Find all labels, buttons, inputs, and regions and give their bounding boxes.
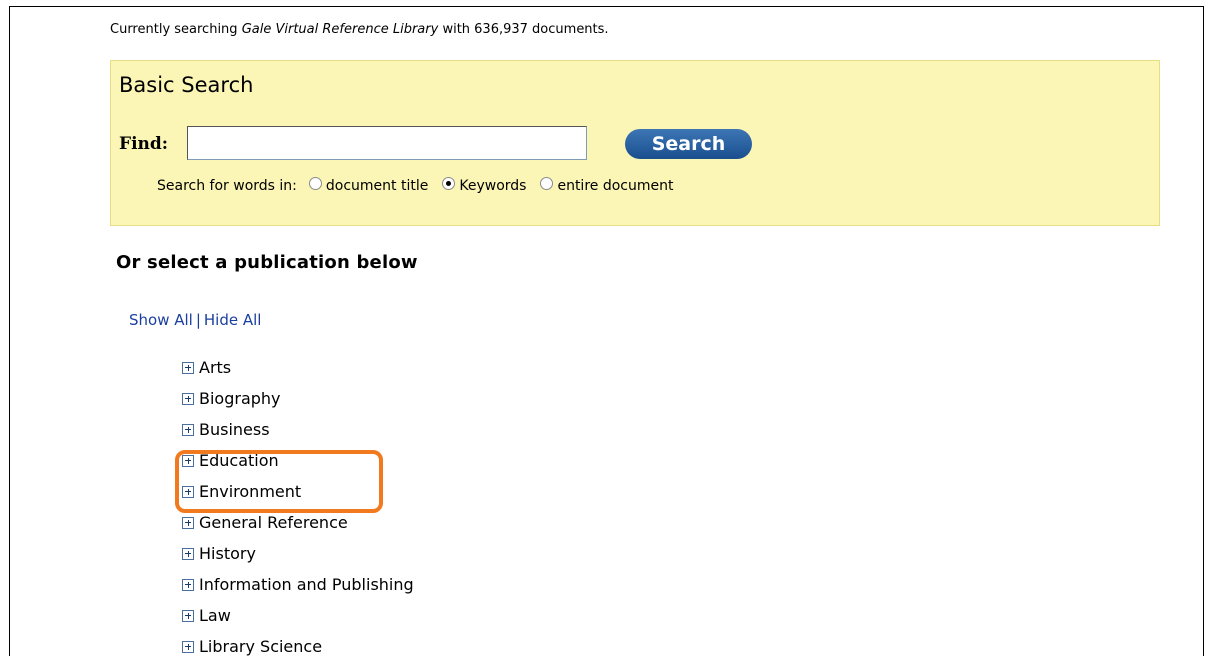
search-button[interactable]: Search xyxy=(625,129,752,159)
category-item-biography[interactable]: Biography xyxy=(182,383,414,414)
show-all-link[interactable]: Show All xyxy=(129,311,193,329)
expand-plus-icon[interactable] xyxy=(182,361,194,374)
find-input[interactable] xyxy=(187,126,587,160)
category-item-history[interactable]: History xyxy=(182,538,414,569)
category-label: General Reference xyxy=(199,513,348,532)
expand-plus-icon[interactable] xyxy=(182,578,194,591)
category-item-arts[interactable]: Arts xyxy=(182,352,414,383)
search-scope-options: Search for words in: document title Keyw… xyxy=(157,176,675,194)
search-status: Currently searching Gale Virtual Referen… xyxy=(110,22,609,37)
category-item-general-reference[interactable]: General Reference xyxy=(182,507,414,538)
status-suffix: with 636,937 documents. xyxy=(442,22,609,37)
radio-label-entire-document: entire document xyxy=(557,178,674,194)
publications-heading: Or select a publication below xyxy=(116,252,418,273)
radio-label-keywords: Keywords xyxy=(459,178,527,194)
find-label: Find: xyxy=(119,134,169,154)
expand-plus-icon[interactable] xyxy=(182,547,194,560)
radio-keywords[interactable] xyxy=(442,176,456,190)
category-tree: Arts Biography Business Education Enviro… xyxy=(182,352,414,662)
category-label: Education xyxy=(199,451,279,470)
category-label: Biography xyxy=(199,389,281,408)
radio-document-title[interactable] xyxy=(308,176,322,190)
search-in-label: Search for words in: xyxy=(157,178,297,194)
expand-plus-icon[interactable] xyxy=(182,516,194,529)
radio-entire-document[interactable] xyxy=(540,176,554,190)
expand-plus-icon[interactable] xyxy=(182,609,194,622)
basic-search-title: Basic Search xyxy=(119,73,254,97)
expand-plus-icon[interactable] xyxy=(182,640,194,653)
category-label: Information and Publishing xyxy=(199,575,414,594)
expand-plus-icon[interactable] xyxy=(182,485,194,498)
category-item-law[interactable]: Law xyxy=(182,600,414,631)
category-item-library-science[interactable]: Library Science xyxy=(182,631,414,662)
category-item-information-and-publishing[interactable]: Information and Publishing xyxy=(182,569,414,600)
expand-plus-icon[interactable] xyxy=(182,454,194,467)
category-label: History xyxy=(199,544,256,563)
status-prefix: Currently searching xyxy=(110,22,238,37)
database-name: Gale Virtual Reference Library xyxy=(241,22,439,37)
category-label: Business xyxy=(199,420,270,439)
hide-all-link[interactable]: Hide All xyxy=(204,311,262,329)
category-label: Arts xyxy=(199,358,232,377)
expand-plus-icon[interactable] xyxy=(182,423,194,436)
radio-label-document-title: document title xyxy=(325,178,429,194)
show-hide-controls: Show All | Hide All xyxy=(129,311,261,329)
divider: | xyxy=(195,311,201,329)
category-label: Law xyxy=(199,606,231,625)
expand-plus-icon[interactable] xyxy=(182,392,194,405)
category-item-business[interactable]: Business xyxy=(182,414,414,445)
category-label: Environment xyxy=(199,482,302,501)
basic-search-panel: Basic Search Find: Search Search for wor… xyxy=(110,60,1160,226)
category-label: Library Science xyxy=(199,637,323,656)
category-item-education[interactable]: Education xyxy=(182,445,414,476)
category-item-environment[interactable]: Environment xyxy=(182,476,414,507)
